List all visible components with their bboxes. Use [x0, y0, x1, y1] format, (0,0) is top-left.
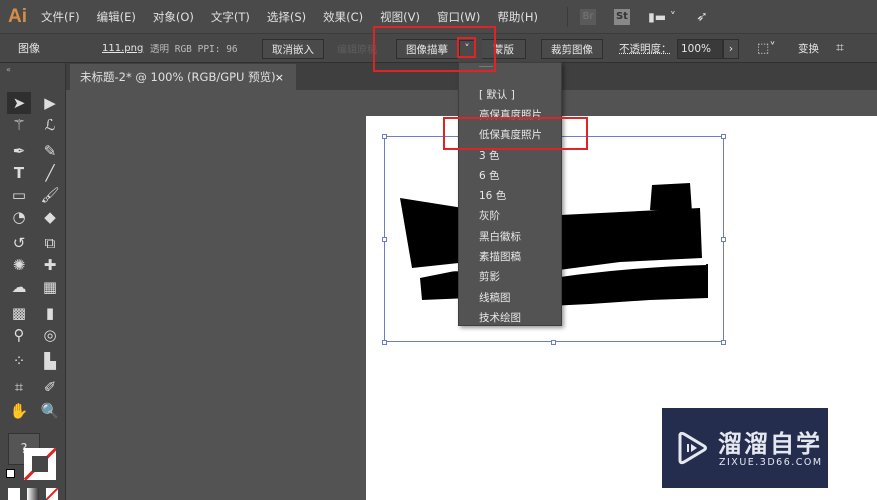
preset-black-white-logo[interactable]: 黑白徽标: [479, 229, 521, 244]
preset-grayscale[interactable]: 灰阶: [479, 208, 500, 223]
preset-sketched-art[interactable]: 素描图稿: [479, 249, 521, 264]
resize-handle[interactable]: [382, 134, 387, 139]
preset-line-art[interactable]: 线稿图: [479, 290, 511, 305]
preset-3-colors[interactable]: 3 色: [479, 148, 500, 163]
trace-preset-menu: [ 默认 ] 高保真度照片 低保真度照片 3 色 6 色 16 色 灰阶 黑白徽…: [458, 62, 562, 326]
play-logo-icon: [678, 431, 707, 465]
resize-handle[interactable]: [721, 340, 726, 345]
resize-handle[interactable]: [721, 237, 726, 242]
preset-16-colors[interactable]: 16 色: [479, 188, 506, 203]
resize-handle[interactable]: [721, 134, 726, 139]
preset-technical-drawing[interactable]: 技术绘图: [479, 310, 521, 325]
resize-handle[interactable]: [382, 237, 387, 242]
watermark-logo: 溜溜自学 ZIXUE.3D66.COM: [662, 408, 828, 488]
resize-handle[interactable]: [551, 340, 556, 345]
resize-handle[interactable]: [382, 340, 387, 345]
watermark-title: 溜溜自学: [718, 430, 822, 458]
preset-silhouettes[interactable]: 剪影: [479, 269, 500, 284]
highlight-box-dropdown: [457, 37, 476, 58]
watermark-url: ZIXUE.3D66.COM: [719, 457, 823, 468]
highlight-box-image-trace: [373, 26, 496, 72]
preset-6-colors[interactable]: 6 色: [479, 168, 500, 183]
preset-default[interactable]: [ 默认 ]: [479, 87, 515, 102]
highlight-box-low-fidelity: [443, 117, 588, 150]
